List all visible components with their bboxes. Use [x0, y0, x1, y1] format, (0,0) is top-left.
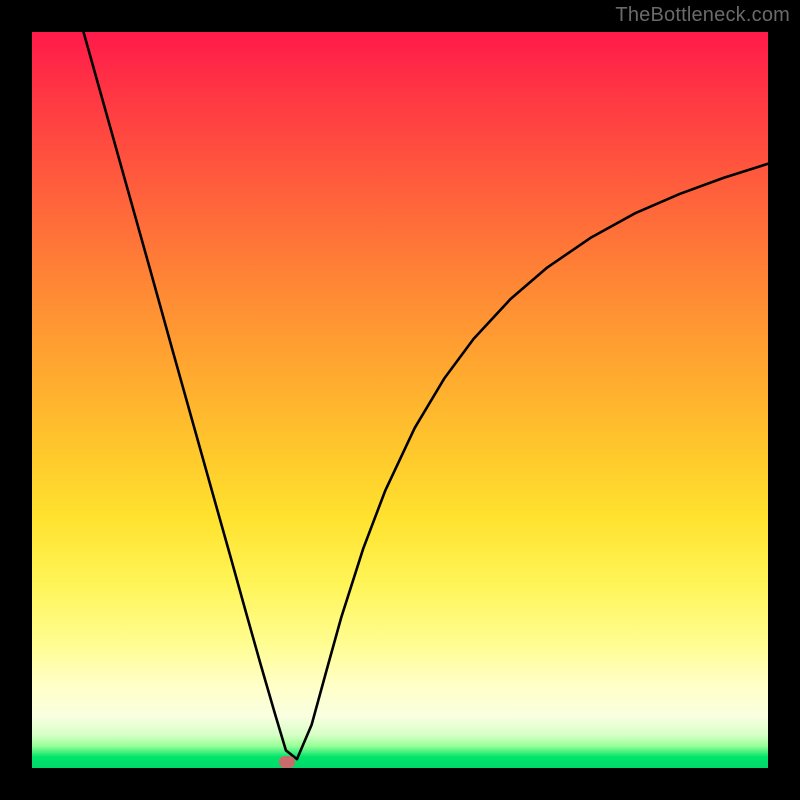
plot-area — [32, 32, 768, 768]
curve-min-marker — [279, 756, 295, 768]
curve-layer — [32, 32, 768, 768]
bottleneck-curve-path — [84, 32, 768, 759]
chart-frame: TheBottleneck.com — [0, 0, 800, 800]
watermark-text: TheBottleneck.com — [615, 4, 790, 27]
